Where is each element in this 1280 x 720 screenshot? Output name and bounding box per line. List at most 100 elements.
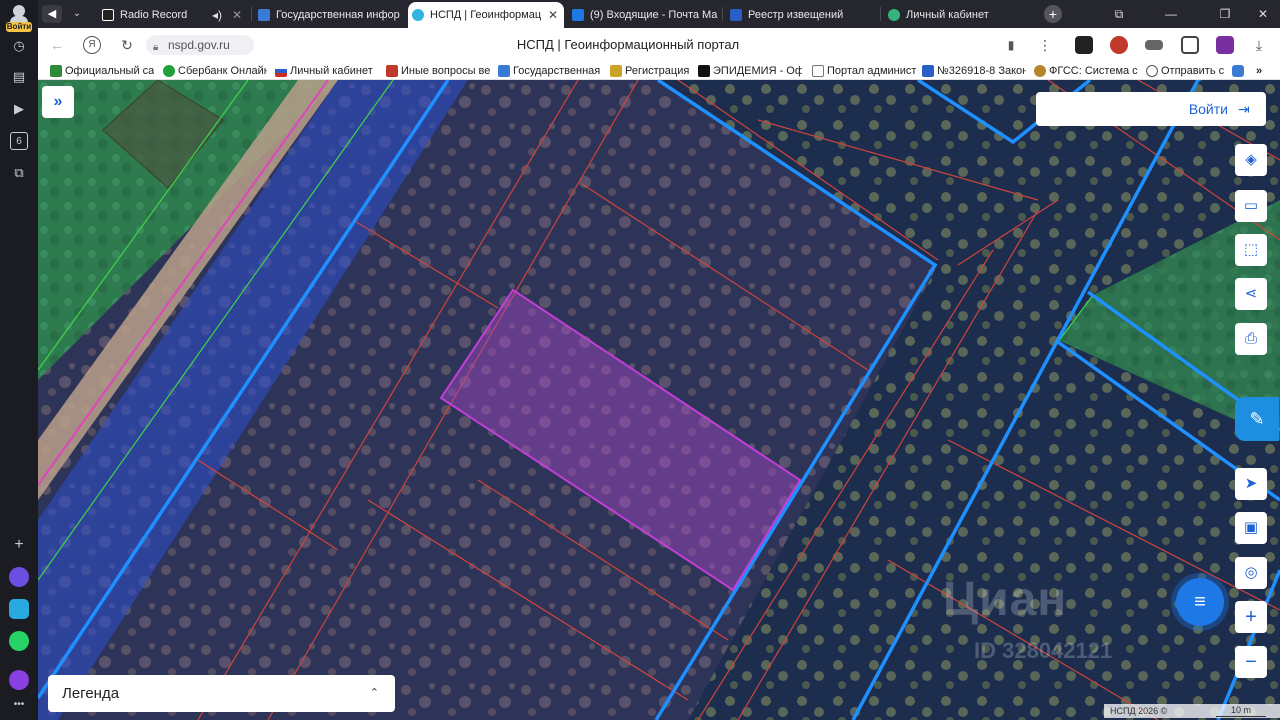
bookmark-favicon-icon bbox=[163, 65, 175, 77]
bookmark-favicon-icon bbox=[50, 65, 62, 77]
tab-strip: ◀ ⌄ Radio Record ◂) ✕ Государственная ин… bbox=[38, 0, 1280, 28]
speaker-icon[interactable]: ◂) bbox=[212, 2, 222, 28]
downloads-icon[interactable]: ⤓ bbox=[1250, 36, 1268, 54]
bookmark-item[interactable]: Регистрация bbox=[610, 63, 694, 79]
tab-gosinfo[interactable]: Государственная инфор bbox=[254, 2, 404, 28]
extension-k-icon[interactable] bbox=[1075, 36, 1093, 54]
messenger-icon[interactable] bbox=[9, 567, 29, 587]
more-icon[interactable]: ••• bbox=[10, 696, 28, 714]
bookmark-item[interactable]: Официальный са bbox=[50, 63, 154, 79]
extension-purple-icon[interactable] bbox=[1216, 36, 1234, 54]
layers-button[interactable]: ◈ bbox=[1235, 144, 1267, 176]
tab-radio-record[interactable]: Radio Record ◂) ✕ bbox=[98, 2, 248, 28]
extension-grey-icon[interactable] bbox=[1145, 40, 1163, 50]
map-canvas bbox=[38, 80, 1280, 720]
chevron-down-icon[interactable]: ⌄ bbox=[68, 5, 86, 23]
locate-icon: ◎ bbox=[1244, 564, 1258, 581]
bookmarks-bar: Официальный са Сбербанк Онлайн Личный ка… bbox=[38, 62, 1280, 80]
bookmark-favicon-icon bbox=[610, 65, 622, 77]
media-icon[interactable]: ▶ bbox=[10, 100, 28, 118]
bookmark-favicon-icon bbox=[698, 65, 710, 77]
login-badge: Войти bbox=[6, 22, 32, 32]
bookmark-item[interactable]: Сбербанк Онлайн bbox=[163, 63, 267, 79]
tab-registry[interactable]: Реестр извещений bbox=[726, 2, 876, 28]
minimap-icon: ▣ bbox=[1243, 519, 1259, 536]
share-icon: ⋖ bbox=[1244, 285, 1258, 302]
new-tab-button[interactable]: + bbox=[1044, 5, 1062, 23]
minimap-button[interactable]: ▣ bbox=[1235, 512, 1267, 544]
watermark-id: ID 328042121 bbox=[974, 638, 1113, 663]
extension-shirt-icon[interactable] bbox=[1181, 36, 1199, 54]
zoom-in-button[interactable]: + bbox=[1235, 601, 1267, 633]
zoom-out-button[interactable]: − bbox=[1235, 646, 1267, 678]
profile-avatar[interactable]: Войти bbox=[4, 2, 34, 32]
tab-label: (9) Входящие - Почта Ma bbox=[590, 9, 718, 21]
bookmarks-overflow-icon[interactable]: » bbox=[1256, 63, 1272, 79]
mail-favicon-icon bbox=[572, 9, 584, 21]
reload-button[interactable]: ↻ bbox=[118, 36, 136, 54]
back-button[interactable]: ← bbox=[48, 36, 66, 54]
tab-mail[interactable]: (9) Входящие - Почта Ma bbox=[568, 2, 718, 28]
minimize-button[interactable]: — bbox=[1154, 0, 1188, 28]
watermark: Циан bbox=[943, 573, 1068, 626]
locate-button[interactable]: ◎ bbox=[1235, 557, 1267, 589]
url-field[interactable]: 🔒︎ nspd.gov.ru bbox=[146, 35, 254, 55]
browser-sidebar: Войти ◷ ▤ ▶ 6 ⧉ + ••• bbox=[0, 0, 38, 720]
extension-red-icon[interactable] bbox=[1110, 36, 1128, 54]
bookmark-item[interactable]: Иные вопросы ве bbox=[386, 63, 490, 79]
tabs-overview-icon[interactable]: ⧉ bbox=[1102, 0, 1136, 28]
menu-dots-icon[interactable]: ⋮ bbox=[1036, 36, 1054, 54]
bookmark-item[interactable]: Государственная bbox=[498, 63, 602, 79]
print-button[interactable]: ⎙ bbox=[1235, 323, 1267, 355]
collections-icon[interactable]: ▤ bbox=[10, 68, 28, 86]
yandex-icon[interactable]: Я bbox=[83, 36, 101, 54]
bookmark-item[interactable] bbox=[1232, 63, 1246, 79]
tab-cabinet[interactable]: Личный кабинет bbox=[884, 2, 1034, 28]
close-icon[interactable]: ✕ bbox=[232, 2, 242, 28]
tab-separator bbox=[880, 7, 881, 21]
bookmark-label: Личный кабинет bbox=[290, 65, 373, 77]
tab-label: Реестр извещений bbox=[748, 9, 844, 21]
add-icon[interactable]: + bbox=[10, 536, 28, 554]
ruler-icon: ▭ bbox=[1243, 197, 1259, 214]
legend-dropdown[interactable]: Легенда ⌃ bbox=[48, 675, 395, 712]
bookmark-item[interactable]: Отправить с bbox=[1146, 63, 1234, 79]
cabinet-favicon-icon bbox=[888, 9, 900, 21]
navigate-button[interactable]: ➤ bbox=[1235, 468, 1267, 500]
window-close-button[interactable]: ✕ bbox=[1246, 0, 1280, 28]
expand-panel-button[interactable]: » bbox=[42, 86, 74, 118]
map-viewport[interactable]: » Войти ⇥ ◈ ▭ ⬚ ⋖ ⎙ ✎ ➤ ▣ ◎ + − ≡ Циан I… bbox=[38, 80, 1280, 720]
select-area-button[interactable]: ⬚ bbox=[1235, 234, 1267, 266]
tab-label: Radio Record bbox=[120, 9, 188, 21]
screenshot-icon[interactable]: ⧉ bbox=[10, 164, 28, 182]
bookmark-label: Портал админист bbox=[827, 65, 916, 77]
login-button[interactable]: Войти ⇥ bbox=[1036, 92, 1266, 126]
bookmark-icon[interactable]: ▮ bbox=[1002, 36, 1020, 54]
tab-nspd[interactable]: НСПД | Геоинформац ✕ bbox=[408, 2, 564, 28]
maximize-button[interactable]: ❐ bbox=[1208, 0, 1242, 28]
scale-bar: НСПД 2026 © 10 m bbox=[1104, 704, 1280, 718]
close-icon[interactable]: ✕ bbox=[548, 2, 558, 28]
bookmark-label: ФГСС: Система с bbox=[1049, 65, 1138, 77]
volume-icon[interactable]: ◀ bbox=[42, 5, 62, 23]
messages-button[interactable]: ≡ bbox=[1176, 578, 1224, 626]
bookmark-favicon-icon bbox=[1034, 65, 1046, 77]
bookmark-item[interactable]: №326918-8 Закон bbox=[922, 63, 1026, 79]
page-title: НСПД | Геоинформационный портал bbox=[516, 37, 740, 52]
whatsapp-icon[interactable] bbox=[9, 631, 29, 651]
bookmark-favicon-icon bbox=[1146, 65, 1158, 77]
bookmark-item[interactable]: Личный кабинет bbox=[275, 63, 375, 79]
share-button[interactable]: ⋖ bbox=[1235, 278, 1267, 310]
bookmark-item[interactable]: ЭПИДЕМИЯ - Оф bbox=[698, 63, 802, 79]
support-chat-button[interactable]: ✎ bbox=[1235, 397, 1279, 441]
alice-icon[interactable] bbox=[9, 670, 29, 690]
ruler-button[interactable]: ▭ bbox=[1235, 190, 1267, 222]
chat-app-icon[interactable] bbox=[9, 599, 29, 619]
bookmark-favicon-icon bbox=[275, 65, 287, 77]
counter-icon[interactable]: 6 bbox=[10, 132, 28, 150]
bookmark-item[interactable]: ФГСС: Система с bbox=[1034, 63, 1138, 79]
bookmark-item[interactable]: Портал админист bbox=[812, 63, 916, 79]
navigate-icon: ➤ bbox=[1244, 475, 1258, 492]
history-icon[interactable]: ◷ bbox=[10, 37, 28, 55]
tab-separator bbox=[251, 7, 252, 21]
